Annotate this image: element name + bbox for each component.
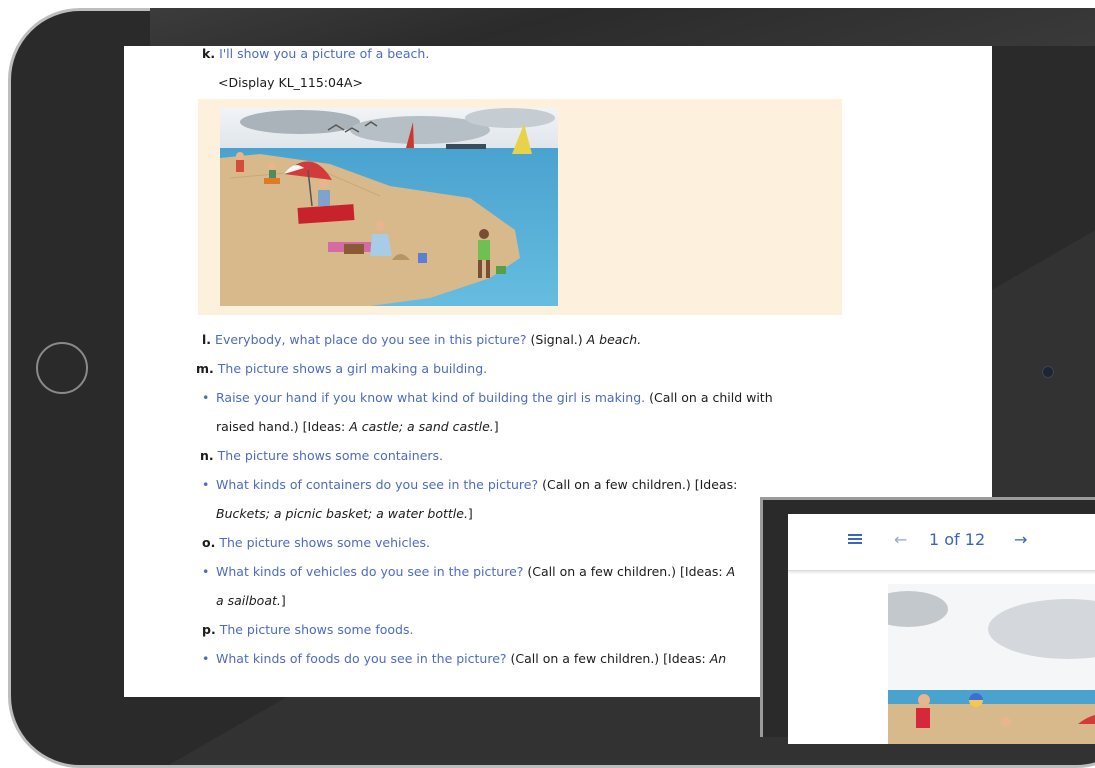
- menu-icon-glyph: [848, 534, 862, 544]
- ideas-text-cut: A: [726, 564, 736, 579]
- display-reference: <Display KL_115:04A>: [218, 75, 363, 90]
- page-indicator: 1 of 12: [929, 530, 986, 549]
- step-label: l.: [202, 332, 212, 347]
- bullet-dot: •: [202, 564, 210, 579]
- step-label: m.: [196, 361, 214, 376]
- bullet-text: What kinds of vehicles do you see in the…: [216, 564, 524, 579]
- bullet-text: Raise your hand if you know what kind of…: [216, 390, 646, 405]
- step-label: n.: [200, 448, 214, 463]
- arrow-left-icon[interactable]: ←: [894, 530, 907, 550]
- step-o: o. The picture shows some vehicles.: [202, 535, 430, 551]
- teacher-note: (Call on a few children.) [Ideas:: [510, 651, 706, 666]
- teacher-note: (Call on a child with: [649, 390, 773, 405]
- teacher-note: (Call on a few children.) [Ideas:: [527, 564, 723, 579]
- bullet-m-cont: raised hand.) [Ideas: A castle; a sand c…: [216, 419, 499, 435]
- step-l: l. Everybody, what place do you see in th…: [202, 332, 641, 348]
- beach-picture: [220, 108, 558, 306]
- step-n: n. The picture shows some containers.: [200, 448, 443, 464]
- arrow-right-icon[interactable]: →: [1014, 530, 1027, 550]
- bullet-dot: •: [202, 390, 210, 405]
- teacher-note: (Call on a few children.) [Ideas:: [542, 477, 738, 492]
- bullet-text: What kinds of foods do you see in the pi…: [216, 651, 507, 666]
- bracket-close: ]: [467, 506, 473, 521]
- bracket-close: ]: [280, 593, 286, 608]
- step-text: Everybody, what place do you see in this…: [215, 332, 527, 347]
- ideas-text: a sailboat.: [216, 593, 281, 608]
- bullet-m: • Raise your hand if you know what kind o…: [202, 390, 773, 406]
- ideas-text: Buckets; a picnic basket; a water bottle…: [216, 506, 468, 521]
- ideas-text: A castle; a sand castle.: [349, 419, 494, 434]
- bullet-dot: •: [202, 477, 210, 492]
- bullet-n-cont: Buckets; a picnic basket; a water bottle…: [216, 506, 473, 522]
- bullet-o-cont: a sailboat.]: [216, 593, 286, 609]
- bullet-text: What kinds of containers do you see in t…: [216, 477, 539, 492]
- display-device-frame: ← 1 of 12 →: [760, 497, 1095, 744]
- signal-note: (Signal.): [530, 332, 583, 347]
- step-p: p. The picture shows some foods.: [202, 622, 413, 638]
- bullet-n: • What kinds of containers do you see in …: [202, 477, 737, 493]
- ideas-text-cut: An: [709, 651, 727, 666]
- step-text: The picture shows some vehicles.: [219, 535, 430, 550]
- bullet-o: • What kinds of vehicles do you see in th…: [202, 564, 735, 580]
- step-label: k.: [202, 46, 216, 61]
- viewer-toolbar: ← 1 of 12 →: [788, 514, 1095, 571]
- step-k: k. I'll show you a picture of a beach.: [202, 46, 429, 62]
- bullet-dot: •: [202, 651, 210, 666]
- bezel-top-shade: [150, 8, 1095, 46]
- home-button[interactable]: [36, 342, 88, 394]
- beach-illustration: [220, 108, 558, 306]
- step-text: I'll show you a picture of a beach.: [219, 46, 430, 61]
- display-beach-picture: [888, 584, 1095, 744]
- image-panel: [198, 99, 842, 315]
- step-label: o.: [202, 535, 216, 550]
- menu-icon[interactable]: [848, 530, 862, 550]
- expected-answer: A beach.: [586, 332, 642, 347]
- step-text: The picture shows some foods.: [219, 622, 414, 637]
- display-image: [888, 584, 1095, 744]
- step-text: The picture shows some containers.: [217, 448, 444, 463]
- step-text: The picture shows a girl making a buildi…: [217, 361, 488, 376]
- display-screen: ← 1 of 12 →: [788, 514, 1095, 744]
- step-label: p.: [202, 622, 216, 637]
- bracket-close: ]: [493, 419, 499, 434]
- bullet-p: • What kinds of foods do you see in the p…: [202, 651, 726, 667]
- teacher-note: raised hand.) [Ideas:: [216, 419, 346, 434]
- camera-lens: [1042, 366, 1054, 378]
- step-m: m. The picture shows a girl making a buil…: [196, 361, 487, 377]
